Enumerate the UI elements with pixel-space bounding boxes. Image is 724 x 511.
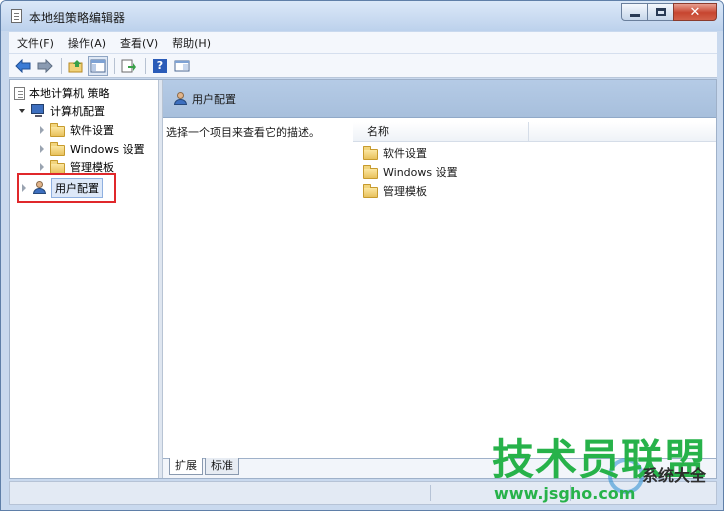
properties-button[interactable] — [172, 56, 192, 76]
tree-label: 本地计算机 策略 — [29, 87, 110, 100]
list-item[interactable]: 管理模板 — [363, 182, 427, 200]
back-button[interactable] — [13, 56, 33, 76]
caption-buttons: ✕ — [621, 3, 717, 21]
back-arrow-icon — [15, 58, 31, 73]
folder-icon — [363, 165, 379, 179]
tree-label: 计算机配置 — [50, 105, 105, 118]
menu-action[interactable]: 操作(A) — [68, 35, 106, 51]
description-text: 选择一个项目来查看它的描述。 — [166, 126, 320, 139]
details-title: 用户配置 — [192, 92, 236, 106]
show-hide-tree-button[interactable] — [88, 55, 108, 76]
folder-up-icon — [68, 59, 83, 72]
expand-closed-icon[interactable] — [38, 145, 46, 153]
folder-icon — [50, 160, 66, 174]
tree-item-software-settings[interactable]: 软件设置 — [38, 121, 114, 139]
list-item[interactable]: Windows 设置 — [363, 163, 458, 181]
tab-extended[interactable]: 扩展 — [169, 458, 203, 475]
help-icon: ? — [153, 58, 167, 73]
toolbar-separator — [61, 57, 62, 74]
user-icon — [173, 91, 188, 106]
console-content: 本地计算机 策略 计算机配置 软件设置 Windows 设置 管理模板 用户配置… — [9, 79, 717, 479]
list-item-label: 软件设置 — [383, 147, 427, 160]
close-button[interactable]: ✕ — [673, 3, 717, 21]
console-tree-icon — [90, 59, 106, 72]
help-button[interactable]: ? — [150, 56, 170, 76]
minimize-button[interactable] — [621, 3, 648, 21]
watermark-url: www.jsgho.com — [494, 484, 636, 503]
tree-label: Windows 设置 — [70, 143, 145, 156]
menu-file[interactable]: 文件(F) — [17, 35, 54, 51]
forward-button[interactable] — [35, 56, 55, 76]
policy-editor-icon — [11, 9, 22, 23]
toolbar-separator — [145, 57, 146, 74]
folder-icon — [363, 184, 379, 198]
expand-closed-icon[interactable] — [38, 126, 46, 134]
folder-icon — [363, 146, 379, 160]
window-title: 本地组策略编辑器 — [29, 11, 126, 25]
expand-open-icon[interactable] — [18, 107, 26, 115]
menu-view[interactable]: 查看(V) — [120, 35, 158, 51]
export-list-button[interactable] — [119, 56, 139, 76]
title-bar[interactable]: 本地组策略编辑器 ✕ — [1, 1, 723, 31]
tree-item-windows-settings[interactable]: Windows 设置 — [38, 140, 145, 158]
forward-arrow-icon — [37, 58, 53, 73]
up-folder-button[interactable] — [66, 56, 86, 76]
tree-item-local-computer-policy[interactable]: 本地计算机 策略 — [14, 84, 110, 102]
console-tree[interactable]: 本地计算机 策略 计算机配置 软件设置 Windows 设置 管理模板 用户配置 — [10, 80, 158, 478]
folder-icon — [50, 123, 66, 137]
watermark-sub-text: 系统大全 — [642, 466, 707, 485]
list-item-label: 管理模板 — [383, 185, 427, 198]
minimize-icon — [630, 14, 640, 17]
toolbar-separator — [114, 57, 115, 74]
status-divider — [430, 485, 431, 501]
maximize-icon — [656, 8, 666, 16]
red-highlight-box — [17, 173, 116, 203]
watermark-logo: 技术员联盟 系统大全 www.jsgho.com — [492, 436, 722, 508]
expand-closed-icon[interactable] — [38, 163, 46, 171]
column-header-name[interactable]: 名称 — [353, 122, 529, 141]
list-item-label: Windows 设置 — [383, 166, 458, 179]
details-pane: 用户配置 选择一个项目来查看它的描述。 名称 软件设置 Windows 设置 管… — [163, 80, 716, 478]
tree-item-computer-config[interactable]: 计算机配置 — [18, 102, 105, 120]
list-item[interactable]: 软件设置 — [363, 144, 427, 162]
properties-pane-icon — [174, 60, 190, 71]
tree-label: 软件设置 — [70, 124, 114, 137]
items-list: 名称 软件设置 Windows 设置 管理模板 — [353, 122, 716, 462]
maximize-button[interactable] — [647, 3, 674, 21]
menu-help[interactable]: 帮助(H) — [172, 35, 211, 51]
computer-icon — [30, 104, 46, 118]
folder-icon — [50, 142, 66, 156]
menu-bar: 文件(F) 操作(A) 查看(V) 帮助(H) — [9, 32, 717, 54]
export-icon — [121, 59, 136, 72]
policy-document-icon — [14, 86, 25, 100]
tab-standard[interactable]: 标准 — [205, 458, 239, 475]
close-icon: ✕ — [689, 5, 701, 20]
list-column-header: 名称 — [353, 122, 716, 142]
details-header: 用户配置 — [163, 80, 716, 118]
toolbar: ? — [9, 54, 717, 78]
